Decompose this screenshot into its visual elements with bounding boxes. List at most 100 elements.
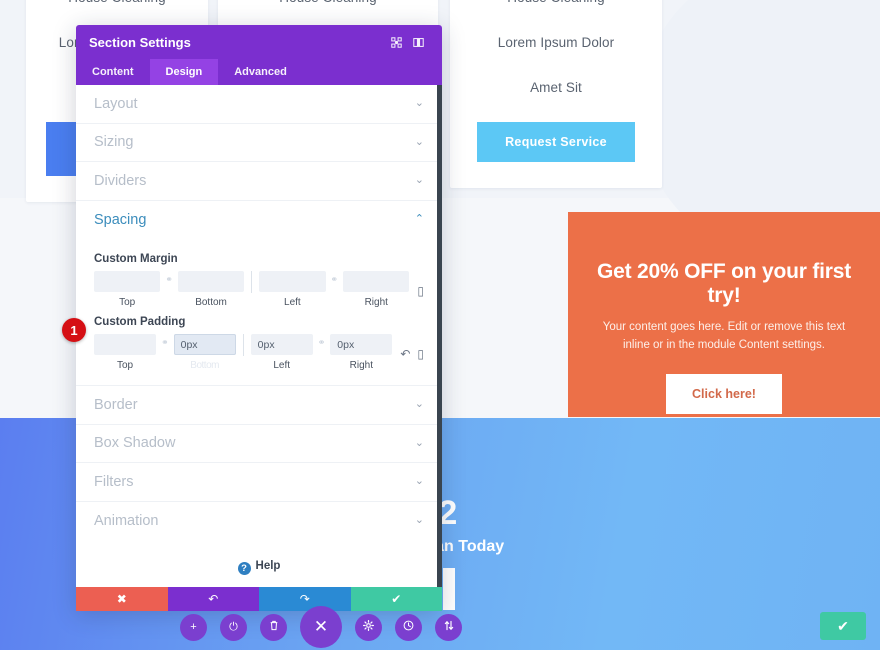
plus-icon: + — [190, 621, 197, 633]
chevron-up-icon: ⌃ — [414, 213, 424, 226]
floating-toolbar: + ⏻ ✕ — [180, 606, 462, 648]
chevron-down-icon: ⌄ — [414, 174, 424, 187]
margin-top-caption: Top — [119, 297, 136, 308]
add-button[interactable]: + — [180, 613, 207, 641]
chevron-down-icon: ⌄ — [414, 514, 424, 527]
question-icon: ? — [237, 562, 251, 575]
page-save-button[interactable]: ✔ — [820, 612, 866, 640]
link-icon[interactable]: ⚭ — [313, 334, 331, 347]
modal-tabs: Content Design Advanced — [76, 59, 442, 85]
section-label: Dividers — [94, 172, 147, 189]
promo-card: Get 20% OFF on your first try! Your cont… — [568, 212, 880, 417]
power-icon: ⏻ — [229, 620, 238, 633]
service-item: House Cleaning — [46, 0, 188, 20]
margin-bottom-caption: Bottom — [195, 297, 227, 308]
section-layout[interactable]: Layout ⌄ — [76, 85, 442, 124]
modal-body: Layout ⌄ Sizing ⌄ Dividers ⌄ Spacing ⌃ C… — [76, 85, 442, 587]
section-label: Sizing — [94, 134, 134, 151]
margin-bottom-input[interactable] — [177, 271, 245, 292]
section-animation[interactable]: Animation ⌄ — [76, 502, 442, 541]
gear-icon — [363, 620, 374, 634]
modal-title: Section Settings — [89, 34, 191, 50]
sort-button[interactable] — [435, 613, 462, 641]
divider — [251, 271, 253, 293]
section-label: Filters — [94, 473, 134, 490]
link-icon[interactable]: ⚭ — [156, 334, 174, 347]
section-spacing[interactable]: Spacing ⌃ — [76, 201, 442, 240]
padding-bottom-input[interactable] — [173, 334, 236, 355]
service-item: Lorem Ipsum Dolor — [497, 35, 615, 50]
link-icon[interactable]: ⚭ — [160, 271, 178, 284]
redo-icon: ↷ — [299, 592, 310, 606]
padding-right-input[interactable] — [330, 334, 393, 355]
service-item: House Cleaning — [470, 0, 642, 20]
service-card: Carpet Cleaning House Cleaning Lorem Ips… — [450, 0, 662, 188]
sort-arrows-icon — [444, 620, 454, 634]
section-label: Box Shadow — [94, 435, 176, 452]
section-dividers[interactable]: Dividers ⌄ — [76, 162, 442, 201]
divider — [242, 334, 244, 356]
close-button[interactable]: ✕ — [300, 606, 342, 648]
custom-padding-row: Top ⚭ Bottom Left ⚭ — [94, 334, 424, 371]
section-border[interactable]: Border ⌄ — [76, 386, 442, 425]
section-label: Border — [94, 396, 138, 413]
step-annotation-badge: 1 — [62, 318, 86, 342]
tab-advanced[interactable]: Advanced — [218, 59, 303, 85]
margin-left-input[interactable] — [259, 271, 326, 292]
reset-icon[interactable]: ↶ — [400, 348, 410, 360]
delete-button[interactable] — [260, 613, 287, 641]
clock-icon — [403, 620, 414, 634]
chevron-down-icon: ⌄ — [414, 436, 424, 449]
custom-margin-row: Top ⚭ Bottom Left ⚭ Right ▯ — [94, 271, 424, 308]
service-item: Amet Sit — [530, 80, 582, 95]
check-icon: ✔ — [837, 618, 849, 634]
promo-body: Your content goes here. Edit or remove t… — [602, 321, 846, 351]
padding-left-input[interactable] — [250, 334, 313, 355]
chevron-down-icon: ⌄ — [414, 475, 424, 488]
chevron-down-icon: ⌄ — [414, 398, 424, 411]
padding-bottom-caption: Bottom — [190, 360, 219, 371]
settings-button[interactable] — [355, 613, 382, 641]
request-service-button[interactable]: Request Service — [477, 122, 635, 162]
help-link[interactable]: ? Help — [76, 540, 442, 575]
chevron-down-icon: ⌄ — [414, 135, 424, 148]
margin-top-input[interactable] — [94, 271, 161, 292]
section-label: Animation — [94, 512, 159, 529]
undo-icon: ↶ — [208, 592, 219, 606]
promo-cta-button[interactable]: Click here! — [666, 373, 782, 414]
margin-left-caption: Left — [284, 297, 301, 308]
padding-right-caption: Right — [349, 360, 373, 371]
margin-right-input[interactable] — [343, 271, 410, 292]
help-label: Help — [255, 560, 281, 572]
close-icon: ✕ — [313, 617, 329, 636]
mobile-icon[interactable]: ▯ — [417, 285, 424, 297]
section-settings-modal: Section Settings Content Design Advanced… — [76, 25, 442, 611]
section-sizing[interactable]: Sizing ⌄ — [76, 124, 442, 162]
cancel-button[interactable]: ✖ — [76, 587, 168, 611]
section-label: Spacing — [94, 211, 147, 228]
margin-right-caption: Right — [364, 297, 388, 308]
promo-heading: Get 20% OFF on your first try! — [596, 260, 852, 307]
modal-scrollbar[interactable] — [437, 85, 442, 587]
trash-icon — [269, 620, 279, 634]
section-label: Layout — [94, 95, 138, 112]
spacing-section-body: Custom Margin Top ⚭ Bottom Left ⚭ Right … — [76, 239, 442, 386]
history-button[interactable] — [395, 613, 422, 641]
tab-content[interactable]: Content — [76, 59, 150, 85]
custom-margin-label: Custom Margin — [94, 253, 178, 265]
padding-left-caption: Left — [273, 360, 291, 371]
target-icon[interactable] — [385, 31, 407, 53]
layout-panel-icon[interactable] — [407, 31, 429, 53]
padding-top-caption: Top — [116, 360, 134, 371]
power-button[interactable]: ⏻ — [220, 613, 247, 641]
link-icon[interactable]: ⚭ — [326, 271, 344, 284]
chevron-down-icon: ⌄ — [414, 97, 424, 110]
mobile-icon[interactable]: ▯ — [417, 348, 424, 360]
section-box-shadow[interactable]: Box Shadow ⌄ — [76, 425, 442, 463]
section-filters[interactable]: Filters ⌄ — [76, 463, 442, 502]
padding-top-input[interactable] — [94, 334, 157, 355]
tab-design[interactable]: Design — [149, 59, 219, 85]
service-item: House Cleaning — [238, 0, 418, 20]
modal-header: Section Settings — [76, 25, 442, 59]
decorative-chip — [443, 568, 455, 610]
